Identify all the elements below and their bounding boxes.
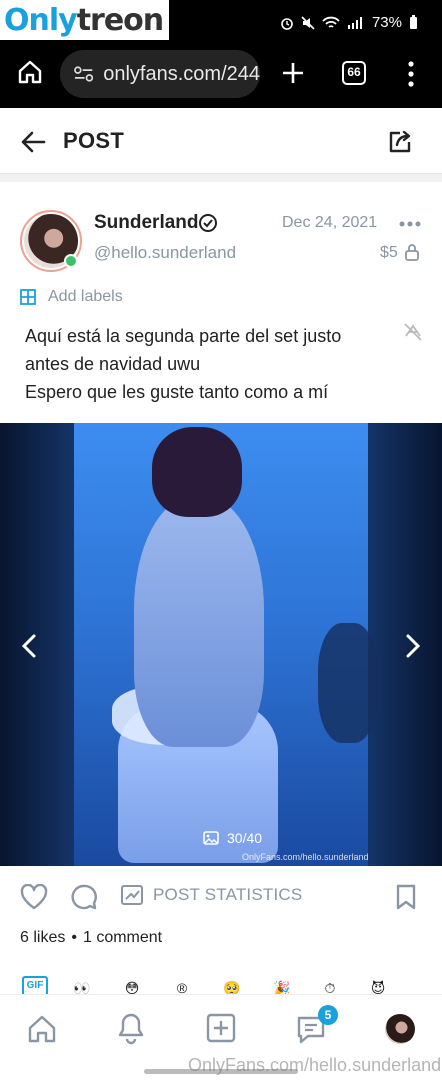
nav-profile-avatar[interactable] — [385, 1014, 415, 1044]
image-icon — [203, 831, 219, 845]
emoji-stopwatch[interactable]: ⏱ — [316, 974, 344, 994]
bottom-watermark: OnlyFans.com/hello.sunderland — [188, 1055, 442, 1075]
address-bar[interactable]: onlyfans.com/244 — [60, 50, 260, 98]
url-text: onlyfans.com/244 — [103, 62, 260, 85]
caption-line: Espero que les guste tanto como a mí — [25, 382, 329, 402]
add-labels-button[interactable]: Add labels — [20, 286, 123, 308]
lock-icon — [405, 244, 419, 261]
back-arrow-icon[interactable] — [20, 130, 46, 154]
statistics-chart-icon — [121, 885, 143, 905]
post-media-carousel[interactable]: 30/40 OnlyFans.com/hello.sunderland — [0, 423, 442, 866]
messages-badge: 5 — [318, 1005, 338, 1025]
share-icon[interactable] — [386, 128, 414, 156]
previous-media-icon[interactable] — [20, 633, 38, 659]
comment-bubble-icon[interactable] — [70, 883, 98, 911]
caption-line: antes de navidad uwu — [25, 354, 201, 374]
caption-line: Aquí está la segunda parte del set justo — [25, 326, 342, 346]
emoji-party[interactable]: 🎉 — [268, 974, 296, 994]
engagement-counts: 6 likes • 1 comment — [20, 929, 162, 947]
emoji-pleading[interactable]: 🥺 — [218, 974, 246, 994]
post-statistics-label: POST STATISTICS — [153, 885, 303, 904]
more-options-icon[interactable] — [398, 220, 422, 228]
emoji-devil[interactable]: 😈 — [364, 974, 392, 994]
alarm-icon — [281, 17, 293, 30]
next-media-icon[interactable] — [404, 633, 422, 659]
author-handle[interactable]: @hello.sunderland — [94, 243, 236, 263]
site-settings-icon[interactable] — [74, 66, 94, 82]
counts-separator: • — [71, 929, 77, 946]
add-labels-text: Add labels — [48, 288, 123, 305]
new-tab-icon[interactable] — [280, 60, 306, 86]
browser-home-icon[interactable] — [16, 58, 44, 86]
gif-button[interactable]: GIF — [22, 976, 48, 994]
page-title: POST — [63, 128, 125, 153]
status-bar: 73% — [0, 0, 442, 44]
media-counter-text: 30/40 — [227, 830, 263, 846]
media-counter: 30/40 — [203, 830, 262, 846]
quick-reactions-row: GIF 👀 😳 ® 🥺 🎉 ⏱ 😈 — [0, 972, 442, 994]
translate-icon[interactable] — [403, 322, 423, 342]
post-price: $5 — [380, 244, 398, 261]
labels-icon — [20, 289, 36, 305]
media-watermark: OnlyFans.com/hello.sunderland — [242, 852, 369, 862]
post-date: Dec 24, 2021 — [282, 214, 378, 231]
emoji-flushed[interactable]: 😳 — [118, 974, 146, 994]
post-actions: POST STATISTICS — [0, 866, 442, 928]
browser-chrome: Only treon 73% onlyfans.com/244 66 — [0, 0, 442, 108]
nav-new-post-icon[interactable] — [206, 1013, 236, 1043]
battery-percent: 73% — [371, 14, 402, 31]
wifi-icon — [322, 16, 340, 28]
nav-notifications-icon[interactable] — [115, 1011, 147, 1045]
author-name[interactable]: Sunderland — [94, 212, 199, 234]
like-heart-icon[interactable] — [20, 884, 48, 910]
tab-switcher-button[interactable]: 66 — [342, 61, 366, 85]
nav-home-icon[interactable] — [26, 1013, 58, 1045]
mute-icon — [301, 15, 315, 30]
battery-icon — [410, 15, 417, 29]
section-divider — [0, 174, 442, 182]
post-header: POST — [0, 108, 442, 174]
emoji-eyes[interactable]: 👀 — [68, 974, 96, 994]
comments-count[interactable]: 1 comment — [83, 929, 162, 946]
browser-menu-icon[interactable] — [406, 60, 416, 88]
signal-icon — [347, 16, 362, 29]
online-indicator — [64, 254, 78, 268]
emoji-registered[interactable]: ® — [168, 974, 196, 994]
likes-count[interactable]: 6 likes — [20, 929, 65, 946]
bookmark-icon[interactable] — [395, 884, 417, 910]
post-statistics-button[interactable]: POST STATISTICS — [120, 884, 302, 906]
post-caption: Aquí está la segunda parte del set justo… — [25, 322, 385, 406]
verified-badge-icon — [199, 214, 217, 232]
